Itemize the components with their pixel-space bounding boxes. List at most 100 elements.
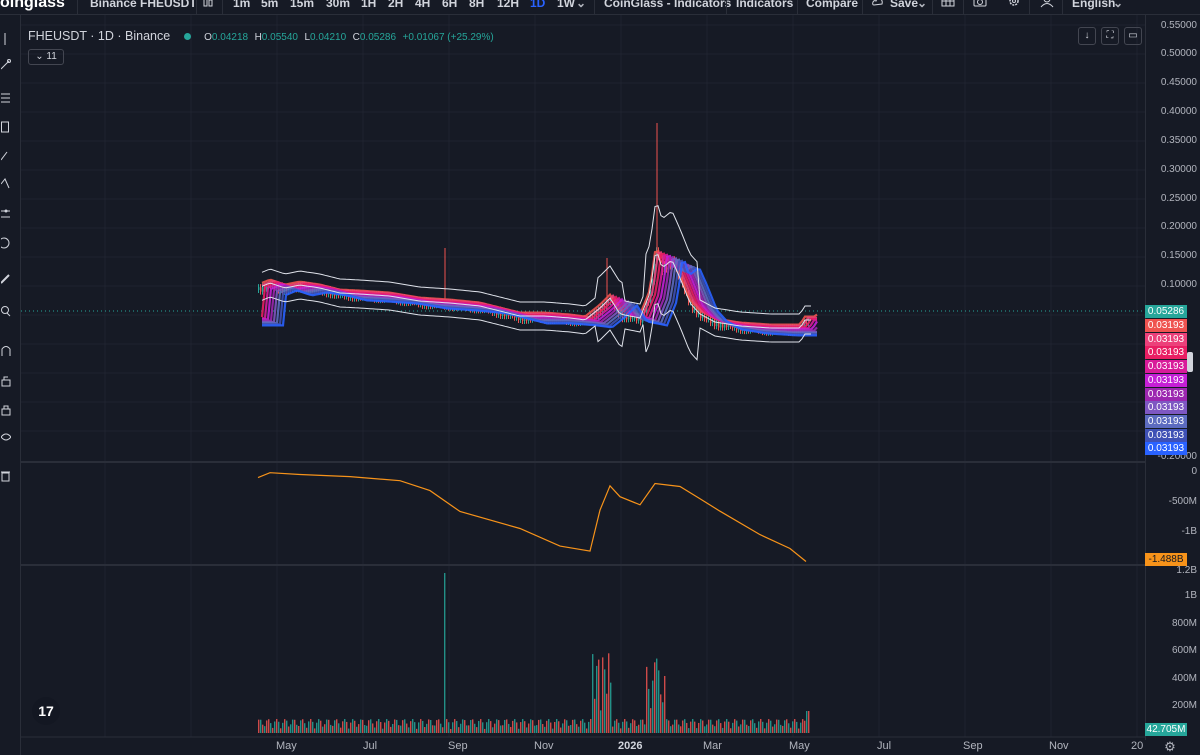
ruler-icon[interactable]	[1, 273, 11, 285]
volume-bar	[458, 727, 460, 733]
zoom-icon[interactable]	[1, 305, 11, 317]
volume-bar	[326, 719, 328, 733]
divider	[1029, 0, 1030, 14]
volume-bar	[588, 721, 590, 733]
volume-bar	[378, 719, 380, 733]
volume-bar	[516, 722, 518, 733]
tf-8h[interactable]: 8H	[469, 0, 484, 10]
volume-bar	[492, 727, 494, 733]
volume-bar	[798, 728, 800, 733]
volume-bar	[364, 725, 366, 733]
chart-pane[interactable]	[21, 15, 1145, 740]
volume-bar	[604, 669, 606, 733]
pattern-icon[interactable]	[1, 178, 11, 190]
language-selector[interactable]: English	[1072, 0, 1115, 10]
volume-bar	[426, 723, 428, 733]
volume-bar	[670, 726, 672, 733]
volume-bar	[716, 720, 718, 733]
volume-bar	[600, 710, 602, 733]
volume-bar	[460, 723, 462, 733]
tf-5m[interactable]: 5m	[261, 0, 278, 10]
volume-bar	[372, 723, 374, 733]
volume-bar	[526, 727, 528, 733]
volume-bar	[582, 719, 584, 733]
rectangle-icon[interactable]	[1, 121, 11, 133]
tf-6h[interactable]: 6H	[442, 0, 457, 10]
volume-bar	[312, 721, 314, 733]
trash-icon[interactable]	[1, 470, 11, 482]
cloud-save-icon[interactable]	[872, 0, 884, 13]
volume-bar	[360, 719, 362, 733]
chevron-down-icon[interactable]: ⌄	[576, 0, 586, 10]
chevron-down-icon[interactable]: ⌄	[917, 0, 927, 10]
candle-type-icon[interactable]	[202, 0, 214, 13]
move-down-button[interactable]: ↓	[1078, 27, 1096, 45]
indicators-collapse-toggle[interactable]: ⌄ 11	[28, 49, 64, 65]
tf-4h[interactable]: 4H	[415, 0, 430, 10]
volume-bar	[392, 723, 394, 733]
divider	[862, 0, 863, 14]
camera-icon[interactable]	[973, 0, 987, 13]
maximize-pane-button[interactable]: ⛶	[1101, 27, 1119, 45]
volume-bar	[782, 725, 784, 733]
app-logo[interactable]: oinglass	[0, 0, 65, 12]
lock-drawing-icon[interactable]	[1, 375, 11, 387]
fib-retracement-icon[interactable]	[1, 92, 11, 104]
coinglass-indicators-button[interactable]: CoinGlass - Indicators	[604, 0, 731, 10]
volume-bar	[656, 658, 658, 733]
scale-handle[interactable]	[1187, 352, 1193, 372]
time-label: Jul	[363, 740, 378, 752]
chart-canvas[interactable]	[21, 15, 1145, 740]
gear-icon[interactable]	[1007, 0, 1021, 13]
top-toolbar: oinglass Binance FHEUSDT 1m 5m 15m 30m 1…	[0, 0, 1200, 15]
tf-12h[interactable]: 12H	[497, 0, 519, 10]
gear-icon[interactable]: ⚙	[1163, 740, 1177, 754]
save-button[interactable]: Save	[890, 0, 918, 10]
volume-bar	[430, 719, 432, 733]
legend-symbol[interactable]: FHEUSDT · 1D · Binance	[28, 29, 170, 43]
tf-1h[interactable]: 1H	[361, 0, 376, 10]
brush-icon[interactable]	[1, 150, 11, 162]
volume-bar	[434, 725, 436, 733]
time-axis[interactable]: May Jul Sep Nov 2026 Mar May Jul Sep Nov…	[21, 737, 1145, 755]
text-icon[interactable]	[1, 237, 11, 249]
chevron-down-icon[interactable]: ⌄	[1113, 0, 1123, 10]
moving-average-line	[262, 260, 817, 337]
volume-bar	[564, 719, 566, 733]
symbol-selector[interactable]: Binance FHEUSDT	[90, 0, 197, 10]
tradingview-logo[interactable]: 17	[32, 697, 60, 725]
magnet-icon[interactable]	[1, 345, 11, 357]
tf-1m[interactable]: 1m	[233, 0, 250, 10]
compare-button[interactable]: Compare	[806, 0, 858, 10]
time-label: Nov	[1049, 740, 1069, 752]
tf-2h[interactable]: 2H	[388, 0, 403, 10]
eye-icon[interactable]	[1, 431, 11, 443]
indicators-button[interactable]: Indicators	[736, 0, 793, 10]
volume-bar	[792, 721, 794, 733]
volume-bar	[620, 728, 622, 733]
crosshair-icon[interactable]	[1, 33, 11, 45]
tf-30m[interactable]: 30m	[326, 0, 350, 10]
trend-line-icon[interactable]	[1, 59, 11, 71]
volume-bar	[728, 721, 730, 733]
volume-bar	[590, 719, 592, 733]
tf-15m[interactable]: 15m	[290, 0, 314, 10]
volume-bar	[446, 719, 448, 733]
lock-icon[interactable]	[1, 404, 11, 416]
volume-bar	[606, 693, 608, 733]
tf-1w[interactable]: 1W	[557, 0, 575, 10]
candle-body	[262, 286, 264, 292]
user-icon[interactable]	[1040, 0, 1054, 13]
restore-pane-button[interactable]: ▭	[1124, 27, 1142, 45]
layout-grid-icon[interactable]	[941, 0, 955, 13]
prediction-icon[interactable]	[1, 208, 11, 220]
volume-bar	[324, 724, 326, 733]
time-label: May	[789, 740, 810, 752]
tf-1d[interactable]: 1D	[530, 0, 545, 10]
volume-bar	[508, 723, 510, 733]
volume-bar	[518, 728, 520, 733]
volume-bar	[456, 721, 458, 733]
volume-bar	[614, 720, 616, 733]
volume-bar	[296, 724, 298, 733]
time-label: Jul	[877, 740, 892, 752]
